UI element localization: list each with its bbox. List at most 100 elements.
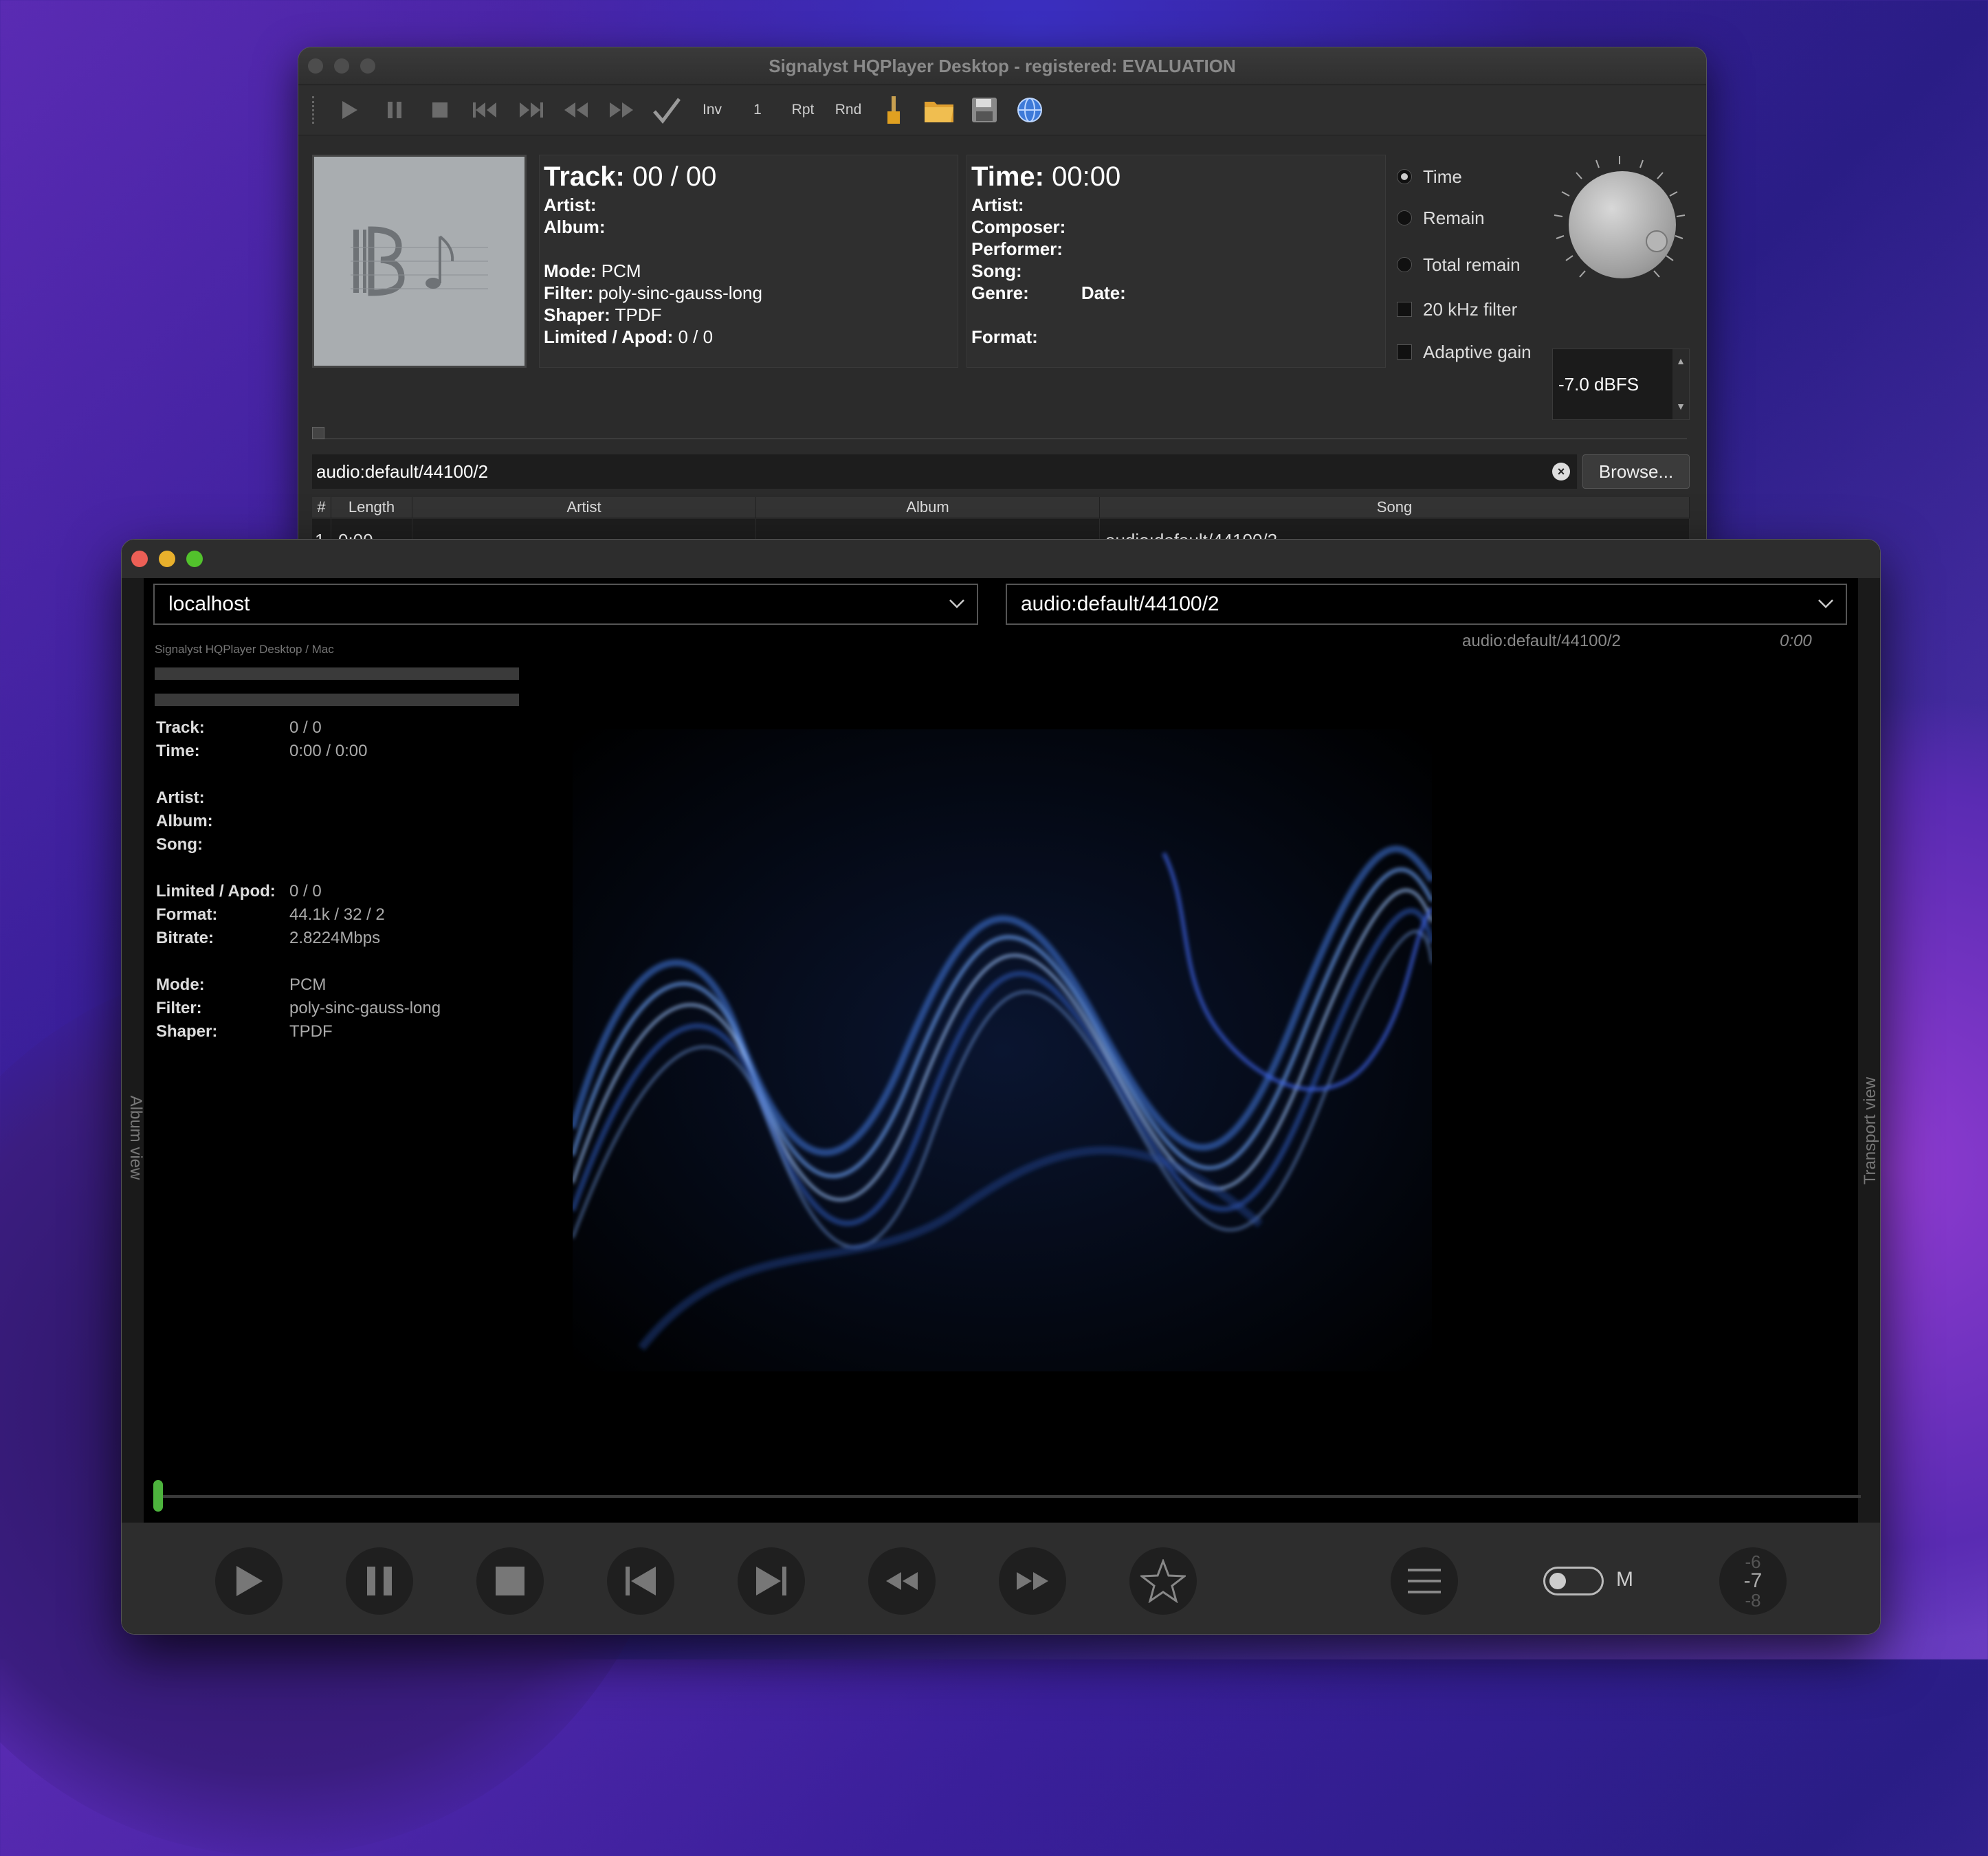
volume-knob[interactable] <box>1551 153 1688 291</box>
filter-20khz-checkbox[interactable]: 20 kHz filter <box>1397 288 1555 331</box>
total-remain-radio[interactable]: Total remain <box>1397 241 1555 288</box>
checkmark-icon <box>653 98 681 124</box>
filter-value: poly-sinc-gauss-long <box>598 283 762 303</box>
column-header-length[interactable]: Length <box>331 497 412 518</box>
host-select[interactable]: localhost <box>153 584 978 625</box>
time-value: 00:00 <box>1052 162 1121 192</box>
filter-label: Filter: <box>544 283 594 303</box>
seek-handle[interactable] <box>153 1480 163 1512</box>
position-handle[interactable] <box>312 427 324 439</box>
format-label: Format: <box>971 327 1038 347</box>
seek-bar[interactable] <box>153 1480 1861 1512</box>
minimize-button[interactable] <box>159 551 175 567</box>
album-art-image <box>573 729 1432 1371</box>
track-panel: Track: 00 / 00 Artist: Album: Mode: PCM … <box>539 155 958 368</box>
display-options: Time Remain Total remain 20 kHz filter A… <box>1397 159 1555 373</box>
play-button[interactable] <box>327 89 372 131</box>
album-cover <box>312 155 527 368</box>
favorite-button[interactable] <box>1129 1547 1197 1615</box>
clear-path-icon[interactable]: × <box>1552 463 1570 480</box>
transport-view-sidebar[interactable]: Transport view <box>1858 578 1880 1527</box>
column-header-song[interactable]: Song <box>1100 497 1690 518</box>
random-button[interactable]: Rnd <box>826 89 871 131</box>
column-header-album[interactable]: Album <box>756 497 1100 518</box>
single-button[interactable]: 1 <box>735 89 780 131</box>
spin-up-icon[interactable]: ▲ <box>1672 349 1689 384</box>
skip-forward-icon <box>756 1567 786 1595</box>
save-button[interactable] <box>962 89 1007 131</box>
play-icon <box>342 101 357 119</box>
volume-value: -7.0 dBFS <box>1558 374 1639 395</box>
limited-label: Limited / Apod: <box>544 327 674 347</box>
mode-value: PCM <box>601 261 641 281</box>
volume-spinbox[interactable]: -7.0 dBFS ▲ ▼ <box>1552 349 1690 420</box>
path-value: audio:default/44100/2 <box>316 461 489 482</box>
spin-down-icon[interactable]: ▼ <box>1672 384 1689 418</box>
star-icon <box>1140 1559 1186 1603</box>
time-radio[interactable]: Time <box>1397 159 1555 195</box>
mode-toggle[interactable] <box>1543 1567 1604 1595</box>
stat-shaper-value: TPDF <box>289 1022 333 1041</box>
limited-value: 0 / 0 <box>678 327 714 347</box>
current-time-label: 0:00 <box>1780 632 1812 650</box>
radio-indicator <box>1397 257 1412 272</box>
album-label: Album: <box>544 217 606 237</box>
previous-button[interactable] <box>463 89 508 131</box>
rewind-button[interactable] <box>868 1547 936 1615</box>
rewind-button[interactable] <box>553 89 599 131</box>
stat-mode-value: PCM <box>289 975 327 994</box>
position-slider[interactable] <box>312 427 1687 439</box>
check-button[interactable] <box>644 89 689 131</box>
next-button[interactable] <box>738 1547 805 1615</box>
time-panel: Time: 00:00 Artist: Composer: Performer:… <box>967 155 1386 368</box>
column-header-artist[interactable]: Artist <box>412 497 756 518</box>
knob-dial[interactable] <box>1569 171 1676 278</box>
next-button[interactable] <box>508 89 553 131</box>
volume-roller[interactable]: -6 -7 -8 <box>1719 1547 1787 1615</box>
network-button[interactable] <box>1007 89 1052 131</box>
zoom-button[interactable] <box>186 551 203 567</box>
info-area: Track: 00 / 00 Artist: Album: Mode: PCM … <box>298 152 1706 427</box>
host-select-value: localhost <box>168 593 250 615</box>
time-radio-label: Time <box>1423 166 1462 187</box>
repeat-button[interactable]: Rpt <box>780 89 826 131</box>
level-bar-right <box>155 694 519 706</box>
fast-forward-button[interactable] <box>599 89 644 131</box>
open-button[interactable] <box>916 89 962 131</box>
stat-time-label: Time: <box>156 742 200 760</box>
window-controls <box>131 551 203 567</box>
playlist-header: # Length Artist Album Song <box>312 497 1690 518</box>
album-view-sidebar[interactable]: Album view <box>122 578 145 1527</box>
toolbar-grip[interactable] <box>312 96 320 124</box>
player-info-title: Signalyst HQPlayer Desktop / Mac <box>155 643 334 656</box>
menu-button[interactable] <box>1391 1547 1458 1615</box>
remain-radio[interactable]: Remain <box>1397 195 1555 241</box>
time-label: Time: <box>971 162 1044 192</box>
hamburger-menu-icon <box>1408 1569 1441 1593</box>
stop-button[interactable] <box>417 89 463 131</box>
fast-forward-icon <box>1017 1572 1048 1590</box>
stop-icon <box>496 1567 524 1595</box>
close-button[interactable] <box>131 551 148 567</box>
volume-roller-value: -7 <box>1743 1569 1763 1592</box>
stat-shaper-label: Shaper: <box>156 1022 218 1041</box>
column-header-num[interactable]: # <box>312 497 331 518</box>
device-select[interactable]: audio:default/44100/2 <box>1006 584 1847 625</box>
spin-arrows[interactable]: ▲ ▼ <box>1672 349 1689 419</box>
track-stats: Track: 0 / 0 Time: 0:00 / 0:00 Artist: Alb… <box>156 718 441 1046</box>
adaptive-gain-checkbox[interactable]: Adaptive gain <box>1397 331 1555 373</box>
invert-button[interactable]: Inv <box>689 89 735 131</box>
stat-filter-value: poly-sinc-gauss-long <box>289 999 441 1017</box>
clear-button[interactable] <box>871 89 916 131</box>
pause-button[interactable] <box>372 89 417 131</box>
previous-button[interactable] <box>607 1547 674 1615</box>
stop-button[interactable] <box>476 1547 544 1615</box>
path-combobox[interactable]: audio:default/44100/2 × ▼ <box>312 454 1606 489</box>
pause-button[interactable] <box>346 1547 413 1615</box>
broom-icon <box>887 96 900 124</box>
browse-button[interactable]: Browse... <box>1582 454 1690 489</box>
fast-forward-button[interactable] <box>999 1547 1066 1615</box>
stat-format-label: Format: <box>156 905 218 924</box>
play-button[interactable] <box>215 1547 283 1615</box>
artist-label: Artist: <box>971 195 1024 215</box>
